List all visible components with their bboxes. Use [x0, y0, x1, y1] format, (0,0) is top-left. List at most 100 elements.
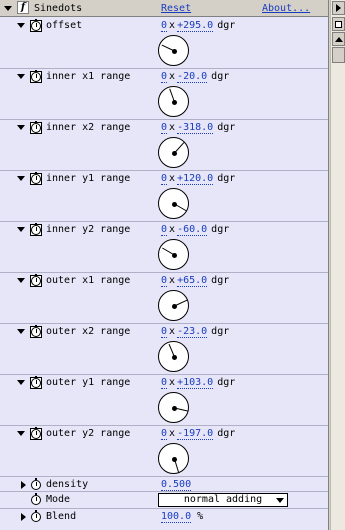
effect-controls-panel: f Sinedots Reset About... offset 0 x +295.0…: [0, 0, 329, 530]
dial-center-dot: [172, 100, 177, 105]
dial-center-dot: [172, 406, 177, 411]
revolutions-value: 0: [161, 377, 168, 389]
mode-selected-value: normal adding: [183, 494, 263, 505]
dial-center-dot: [172, 151, 177, 156]
revolutions-value: 0: [161, 20, 168, 32]
collapse-param-icon[interactable]: [17, 380, 25, 385]
degrees-unit: dgr: [211, 224, 230, 235]
stopwatch-icon[interactable]: [30, 19, 42, 32]
angle-dial[interactable]: [158, 443, 189, 474]
revolutions-value: 0: [161, 428, 168, 440]
density-label: density: [46, 479, 89, 490]
angle-value[interactable]: 0 x +295.0 dgr: [161, 20, 235, 32]
divider: [0, 170, 328, 171]
collapse-param-icon[interactable]: [17, 431, 25, 436]
mode-dropdown[interactable]: normal adding: [158, 493, 288, 507]
degrees-value: -60.0: [177, 224, 208, 236]
param-label: outer y1 range: [46, 377, 131, 388]
collapse-param-icon[interactable]: [17, 227, 25, 232]
degrees-value: +120.0: [177, 173, 214, 185]
stopwatch-icon[interactable]: [31, 510, 41, 522]
collapse-param-icon[interactable]: [17, 23, 25, 28]
angle-dial[interactable]: [158, 188, 189, 219]
stopwatch-icon[interactable]: [30, 325, 42, 338]
collapse-param-icon[interactable]: [17, 329, 25, 334]
revolutions-separator: x: [169, 326, 176, 337]
scroll-up-arrow[interactable]: [332, 32, 345, 46]
effect-name: Sinedots: [34, 3, 83, 14]
stopwatch-icon[interactable]: [30, 274, 42, 287]
divider: [0, 476, 328, 477]
fx-toggle-icon[interactable]: f: [17, 1, 29, 14]
degrees-unit: dgr: [217, 377, 236, 388]
angle-value[interactable]: 0 x -23.0 dgr: [161, 326, 229, 338]
angle-value[interactable]: 0 x +103.0 dgr: [161, 377, 236, 389]
panel-menu-button[interactable]: [332, 17, 345, 31]
stopwatch-icon[interactable]: [31, 493, 41, 505]
degrees-unit: dgr: [217, 173, 236, 184]
angle-dial[interactable]: [158, 35, 189, 66]
degrees-value: -197.0: [177, 428, 214, 440]
revolutions-separator: x: [169, 122, 176, 133]
revolutions-value: 0: [161, 326, 168, 338]
angle-value[interactable]: 0 x +65.0 dgr: [161, 275, 230, 287]
divider: [0, 272, 328, 273]
vertical-scrollbar[interactable]: [330, 0, 345, 530]
angle-value[interactable]: 0 x -60.0 dgr: [161, 224, 230, 236]
stopwatch-icon[interactable]: [30, 223, 42, 236]
angle-dial[interactable]: [158, 290, 189, 321]
angle-dial[interactable]: [158, 137, 189, 168]
density-value[interactable]: 0.500: [161, 479, 192, 491]
degrees-unit: dgr: [211, 275, 230, 286]
revolutions-separator: x: [169, 275, 176, 286]
revolutions-separator: x: [169, 377, 176, 388]
scroll-up-button[interactable]: [332, 1, 345, 15]
angle-dial[interactable]: [158, 239, 189, 270]
degrees-value: -318.0: [177, 122, 214, 134]
degrees-value: -20.0: [177, 71, 208, 83]
collapse-effect-icon[interactable]: [4, 6, 12, 11]
degrees-value: +295.0: [177, 20, 214, 32]
expand-density-icon[interactable]: [21, 481, 26, 489]
dial-center-dot: [172, 355, 177, 360]
expand-blend-icon[interactable]: [21, 513, 26, 521]
param-label: inner y1 range: [46, 173, 131, 184]
effect-header: f Sinedots Reset About...: [0, 0, 328, 17]
collapse-param-icon[interactable]: [17, 176, 25, 181]
angle-dial[interactable]: [158, 341, 189, 372]
param-label: outer x2 range: [46, 326, 131, 337]
stopwatch-icon[interactable]: [30, 121, 42, 134]
about-link[interactable]: About...: [262, 3, 310, 14]
collapse-param-icon[interactable]: [17, 278, 25, 283]
param-label: outer x1 range: [46, 275, 131, 286]
revolutions-separator: x: [169, 71, 176, 82]
blend-value[interactable]: 100.0 %: [161, 511, 203, 523]
param-label: outer y2 range: [46, 428, 131, 439]
stopwatch-icon[interactable]: [30, 70, 42, 83]
stopwatch-icon[interactable]: [31, 478, 41, 490]
angle-value[interactable]: 0 x +120.0 dgr: [161, 173, 236, 185]
param-label: offset: [46, 20, 83, 31]
stopwatch-icon[interactable]: [30, 376, 42, 389]
divider: [0, 425, 328, 426]
angle-dial[interactable]: [158, 392, 189, 423]
revolutions-value: 0: [161, 275, 168, 287]
degrees-unit: dgr: [217, 122, 236, 133]
collapse-param-icon[interactable]: [17, 74, 25, 79]
collapse-param-icon[interactable]: [17, 125, 25, 130]
angle-value[interactable]: 0 x -197.0 dgr: [161, 428, 236, 440]
revolutions-value: 0: [161, 71, 168, 83]
mode-label: Mode: [46, 494, 71, 505]
blend-label: Blend: [46, 511, 77, 522]
degrees-unit: dgr: [217, 428, 236, 439]
angle-value[interactable]: 0 x -318.0 dgr: [161, 122, 236, 134]
stopwatch-icon[interactable]: [30, 427, 42, 440]
stopwatch-icon[interactable]: [30, 172, 42, 185]
angle-dial[interactable]: [158, 86, 189, 117]
scroll-thumb[interactable]: [332, 47, 345, 63]
reset-link[interactable]: Reset: [161, 3, 191, 14]
degrees-value: -23.0: [177, 326, 208, 338]
angle-value[interactable]: 0 x -20.0 dgr: [161, 71, 230, 83]
dial-center-dot: [172, 49, 177, 54]
degrees-unit: dgr: [211, 71, 230, 82]
